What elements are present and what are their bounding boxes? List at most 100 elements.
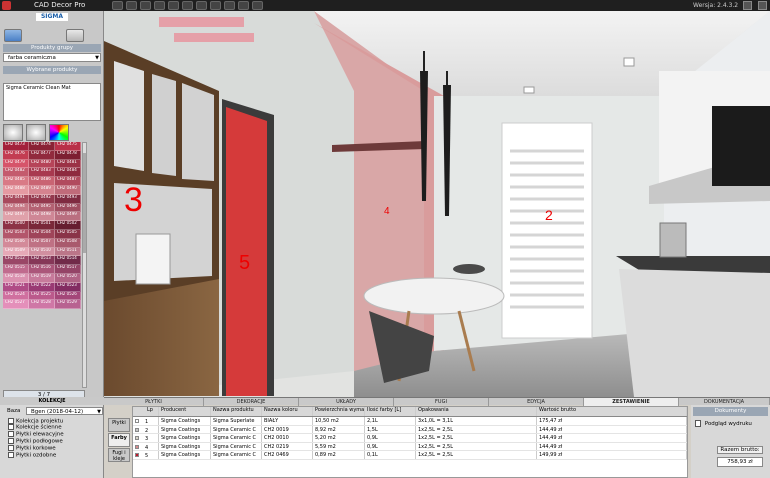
color-swatch[interactable]: CH2 0482	[3, 168, 29, 178]
color-swatch[interactable]: CH2 0486	[29, 177, 55, 186]
table-row[interactable]: 3 Sigma Coatings Sigma Ceramic C CH2 0010 5,…	[133, 434, 687, 443]
color-swatch[interactable]: CH2 0517	[55, 265, 81, 274]
col-producent[interactable]: Producent	[159, 407, 211, 416]
table-row[interactable]: 1 Sigma Coatings Sigma Superlate BIAŁY 10,50…	[133, 417, 687, 426]
color-swatch[interactable]: CH2 0512	[3, 256, 29, 266]
tab-plytki[interactable]: PŁYTKI	[104, 398, 204, 406]
walk-icon[interactable]	[182, 1, 193, 10]
col-lp[interactable]: Lp	[133, 407, 159, 416]
color-swatch[interactable]: CH2 0510	[29, 247, 55, 257]
color-swatch[interactable]: CH2 0485	[3, 177, 29, 186]
table-row[interactable]: 2 Sigma Coatings Sigma Ceramic C CH2 0019 8,…	[133, 425, 687, 434]
thumbnail-1[interactable]	[3, 124, 23, 141]
color-swatch[interactable]: CH2 0513	[29, 256, 55, 266]
scrollbar-thumb[interactable]	[83, 153, 86, 253]
color-swatch[interactable]: CH2 0506	[3, 238, 29, 248]
col-ilosc[interactable]: Ilość farby [L]	[365, 407, 416, 416]
selected-products-list[interactable]: Sigma Ceramic Clean Mat	[3, 83, 101, 121]
color-swatch[interactable]: CH2 0478	[55, 150, 81, 160]
color-swatch[interactable]: CH2 0509	[3, 247, 29, 257]
select-tool-icon[interactable]	[112, 1, 123, 10]
color-swatch[interactable]: CH2 0500	[3, 221, 29, 230]
col-powierzchnia[interactable]: Powierzchnia wymalowania	[313, 407, 365, 416]
color-swatch[interactable]: CH2 0524	[3, 291, 29, 301]
color-swatch[interactable]: CH2 0495	[29, 203, 55, 213]
color-swatch[interactable]: CH2 0484	[55, 168, 81, 178]
color-swatch[interactable]: CH2 0508	[55, 238, 81, 248]
color-swatch[interactable]: CH2 0498	[29, 212, 55, 222]
print-icon[interactable]	[238, 1, 249, 10]
color-swatch[interactable]: CH2 0473	[3, 142, 29, 151]
tab-fugi[interactable]: FUGI	[394, 398, 489, 406]
rotate-icon[interactable]	[210, 1, 221, 10]
color-swatch[interactable]: CH2 0488	[3, 185, 29, 195]
color-swatch[interactable]: CH2 0475	[55, 142, 81, 151]
collection-item[interactable]: Płytki elewacyjne	[8, 431, 64, 438]
color-swatch[interactable]: CH2 0476	[3, 150, 29, 160]
help-icon[interactable]	[252, 1, 263, 10]
color-swatch[interactable]: CH2 0481	[55, 159, 81, 169]
color-swatch[interactable]: CH2 0514	[55, 256, 81, 266]
minimize-button[interactable]	[743, 1, 752, 10]
camera-icon[interactable]	[168, 1, 179, 10]
color-swatch[interactable]: CH2 0502	[55, 221, 81, 230]
swatch-scrollbar[interactable]	[82, 142, 87, 388]
light-icon[interactable]	[224, 1, 235, 10]
color-swatch[interactable]: CH2 0480	[29, 159, 55, 169]
color-swatch[interactable]: CH2 0504	[29, 229, 55, 239]
color-swatch[interactable]: CH2 0511	[55, 247, 81, 257]
col-opakowania[interactable]: Opakowania	[416, 407, 537, 416]
list-item[interactable]: Sigma Ceramic Clean Mat	[6, 85, 98, 91]
tab-farby-summary[interactable]: Farby	[108, 433, 130, 447]
back-button[interactable]	[4, 29, 22, 42]
color-swatch[interactable]: CH2 0523	[55, 282, 81, 292]
color-swatch[interactable]: CH2 0496	[55, 203, 81, 213]
zoom-icon[interactable]	[196, 1, 207, 10]
color-swatch[interactable]: CH2 0479	[3, 159, 29, 169]
color-swatch[interactable]: CH2 0503	[3, 229, 29, 239]
table-row[interactable]: 4 Sigma Coatings Sigma Ceramic C CH2 0219 5,…	[133, 442, 687, 451]
color-swatch[interactable]: CH2 0499	[55, 212, 81, 222]
tab-uklady[interactable]: UKŁADY	[299, 398, 394, 406]
color-swatch[interactable]: CH2 0529	[55, 300, 81, 310]
color-swatch[interactable]: CH2 0522	[29, 282, 55, 292]
color-swatch[interactable]: CH2 0518	[3, 273, 29, 283]
color-swatch[interactable]: CH2 0474	[29, 142, 55, 151]
print-preview-button[interactable]: Podgląd wydruku	[695, 420, 752, 427]
tab-fugi-kleje-summary[interactable]: Fugi i kleje	[108, 448, 130, 462]
options-button[interactable]	[66, 29, 84, 42]
color-swatch[interactable]: CH2 0516	[29, 265, 55, 274]
col-kolor[interactable]: Nazwa koloru	[262, 407, 313, 416]
color-swatch[interactable]: CH2 0491	[3, 194, 29, 204]
thumbnail-2[interactable]	[26, 124, 46, 141]
tab-dekoracje[interactable]: DEKORACJE	[204, 398, 299, 406]
col-wartosc[interactable]: Wartość brutto	[537, 407, 687, 416]
color-swatch[interactable]: CH2 0489	[29, 185, 55, 195]
table-row[interactable]: 5 Sigma Coatings Sigma Ceramic C CH2 0469 0,…	[133, 451, 687, 460]
color-swatch[interactable]: CH2 0497	[3, 212, 29, 222]
color-swatch[interactable]: CH2 0494	[3, 203, 29, 213]
color-wheel-icon[interactable]	[49, 124, 69, 141]
color-swatch[interactable]: CH2 0490	[55, 185, 81, 195]
view-2d-icon[interactable]	[126, 1, 137, 10]
collection-item[interactable]: Płytki korkowe	[8, 445, 56, 452]
color-swatch[interactable]: CH2 0487	[55, 177, 81, 186]
render-icon[interactable]	[154, 1, 165, 10]
color-swatch[interactable]: CH2 0493	[55, 194, 81, 204]
collection-item[interactable]: Płytki podłogowe	[8, 438, 63, 445]
view-3d-icon[interactable]	[140, 1, 151, 10]
tab-zestawienie[interactable]: ZESTAWIENIE	[584, 398, 679, 406]
base-select[interactable]: Bgen (2018-04-12) ▼	[26, 407, 103, 415]
color-swatch[interactable]: CH2 0528	[29, 300, 55, 310]
collection-item[interactable]: Płytki ozdobne	[8, 452, 56, 459]
color-swatch[interactable]: CH2 0501	[29, 221, 55, 230]
collection-item[interactable]: Kolekcje ścienne	[8, 424, 62, 431]
color-swatch[interactable]: CH2 0525	[29, 291, 55, 301]
color-swatch[interactable]: CH2 0526	[55, 291, 81, 301]
color-swatch[interactable]: CH2 0507	[29, 238, 55, 248]
group-select[interactable]: farba ceramiczna ▼	[3, 53, 101, 62]
color-swatch[interactable]: CH2 0527	[3, 300, 29, 310]
tab-edycja[interactable]: EDYCJA	[489, 398, 584, 406]
3d-viewport[interactable]: 3 5 4 2	[104, 11, 770, 397]
color-swatch[interactable]: CH2 0477	[29, 150, 55, 160]
